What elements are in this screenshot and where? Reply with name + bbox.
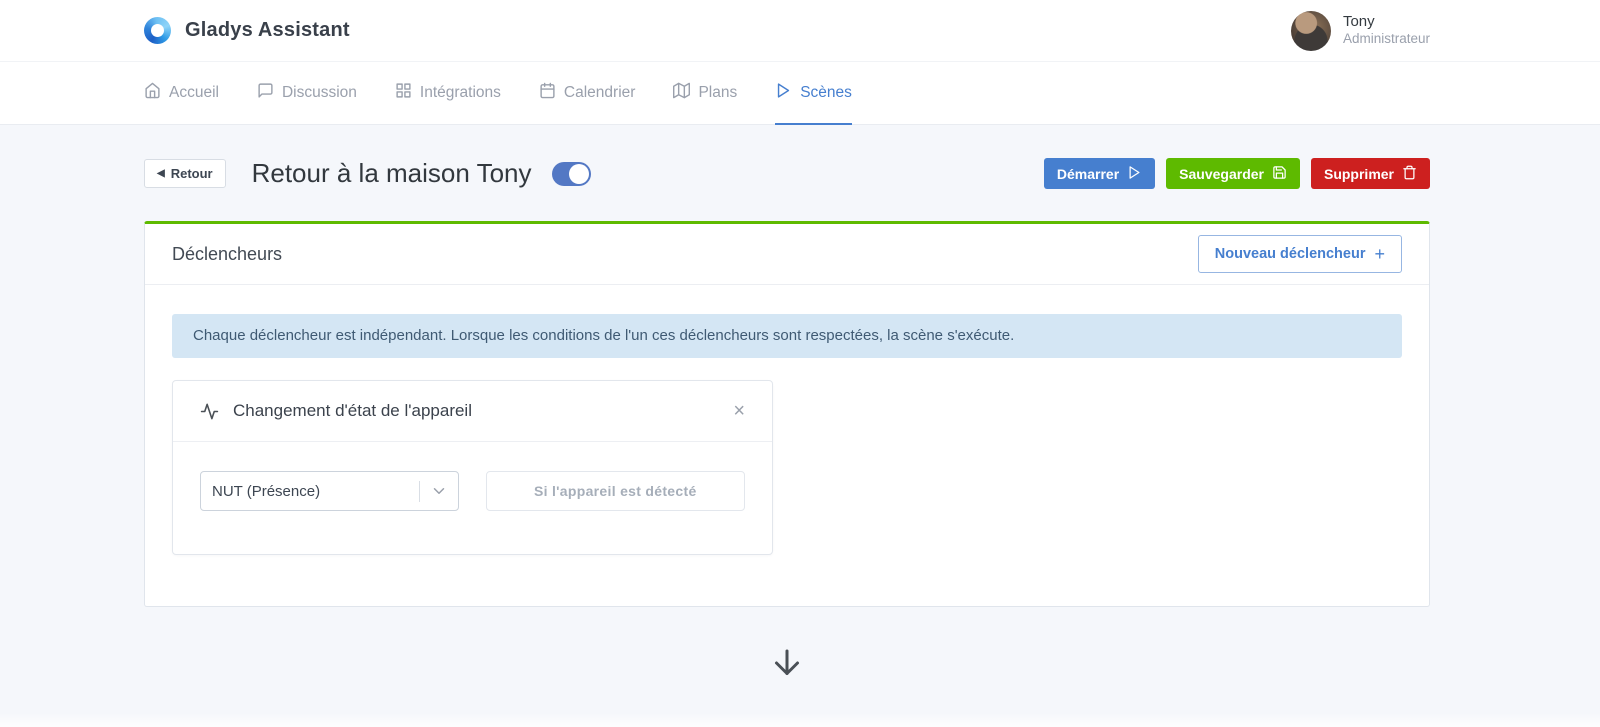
nav-label: Calendrier	[563, 83, 636, 101]
page-header: ◀ Retour Retour à la maison Tony Démarre…	[144, 158, 1430, 189]
device-select[interactable]: NUT (Présence)	[200, 471, 459, 512]
user-role: Administrateur	[1342, 31, 1430, 47]
plus-icon: +	[1374, 243, 1385, 264]
chevron-down-icon[interactable]	[420, 482, 458, 500]
message-icon	[257, 82, 274, 104]
nav-label: Scènes	[800, 83, 852, 101]
nav-label: Plans	[698, 83, 738, 101]
start-scene-button[interactable]: Démarrer	[1043, 158, 1156, 189]
gladys-logo-icon	[144, 17, 171, 44]
app-title: Gladys Assistant	[185, 19, 350, 41]
main-nav: Accueil Discussion Intégrations Calendri…	[0, 62, 1600, 125]
nav-item-plans[interactable]: Plans	[673, 62, 737, 125]
brand[interactable]: Gladys Assistant	[144, 17, 350, 44]
nav-label: Discussion	[281, 83, 357, 101]
trigger-title: Changement d'état de l'appareil	[233, 401, 472, 421]
user-menu[interactable]: Tony Administrateur	[1290, 10, 1430, 51]
nav-item-integrations[interactable]: Intégrations	[395, 62, 501, 125]
remove-trigger-button[interactable]: ×	[733, 401, 745, 421]
trigger-info-alert: Chaque déclencheur est indépendant. Lors…	[172, 314, 1402, 359]
trash-icon	[1402, 165, 1417, 183]
nav-item-scenes[interactable]: Scènes	[775, 62, 852, 125]
grid-icon	[395, 82, 412, 104]
delete-button-label: Supprimer	[1323, 165, 1394, 182]
new-trigger-label: Nouveau déclencheur	[1214, 246, 1366, 262]
page-title: Retour à la maison Tony	[251, 158, 532, 188]
save-button-label: Sauvegarder	[1179, 165, 1264, 182]
start-button-label: Démarrer	[1056, 165, 1120, 182]
nav-label: Intégrations	[419, 83, 501, 101]
activity-icon	[200, 402, 219, 421]
footer-fade	[0, 713, 1600, 727]
toggle-knob	[568, 163, 589, 184]
user-name: Tony	[1342, 12, 1375, 30]
triggers-card: Déclencheurs Nouveau déclencheur + Chaqu…	[144, 221, 1430, 608]
back-button-label: Retour	[170, 166, 213, 181]
close-icon: ×	[733, 400, 745, 423]
delete-scene-button[interactable]: Supprimer	[1310, 158, 1430, 189]
nav-item-accueil[interactable]: Accueil	[144, 62, 219, 125]
back-button[interactable]: ◀ Retour	[144, 159, 226, 188]
scene-enabled-toggle[interactable]	[551, 161, 591, 186]
new-trigger-button[interactable]: Nouveau déclencheur +	[1197, 235, 1402, 273]
map-icon	[673, 82, 691, 104]
save-icon	[1272, 165, 1287, 183]
back-arrow-icon: ◀	[157, 168, 165, 179]
save-scene-button[interactable]: Sauvegarder	[1166, 158, 1300, 189]
trigger-item: Changement d'état de l'appareil × NUT (P…	[172, 380, 773, 556]
home-icon	[144, 82, 161, 104]
nav-label: Accueil	[169, 83, 219, 101]
device-detected-condition-button[interactable]: Si l'appareil est détecté	[485, 471, 745, 512]
calendar-icon	[539, 82, 556, 104]
play-icon	[1127, 165, 1142, 183]
play-icon	[775, 82, 792, 104]
avatar[interactable]	[1290, 10, 1331, 51]
triggers-card-title: Déclencheurs	[172, 243, 283, 264]
nav-item-calendrier[interactable]: Calendrier	[539, 62, 636, 125]
top-header: Gladys Assistant Tony Administrateur	[0, 0, 1600, 62]
device-select-value: NUT (Présence)	[212, 482, 321, 500]
nav-item-discussion[interactable]: Discussion	[257, 62, 357, 125]
scroll-down-arrow-icon[interactable]	[144, 645, 1430, 681]
